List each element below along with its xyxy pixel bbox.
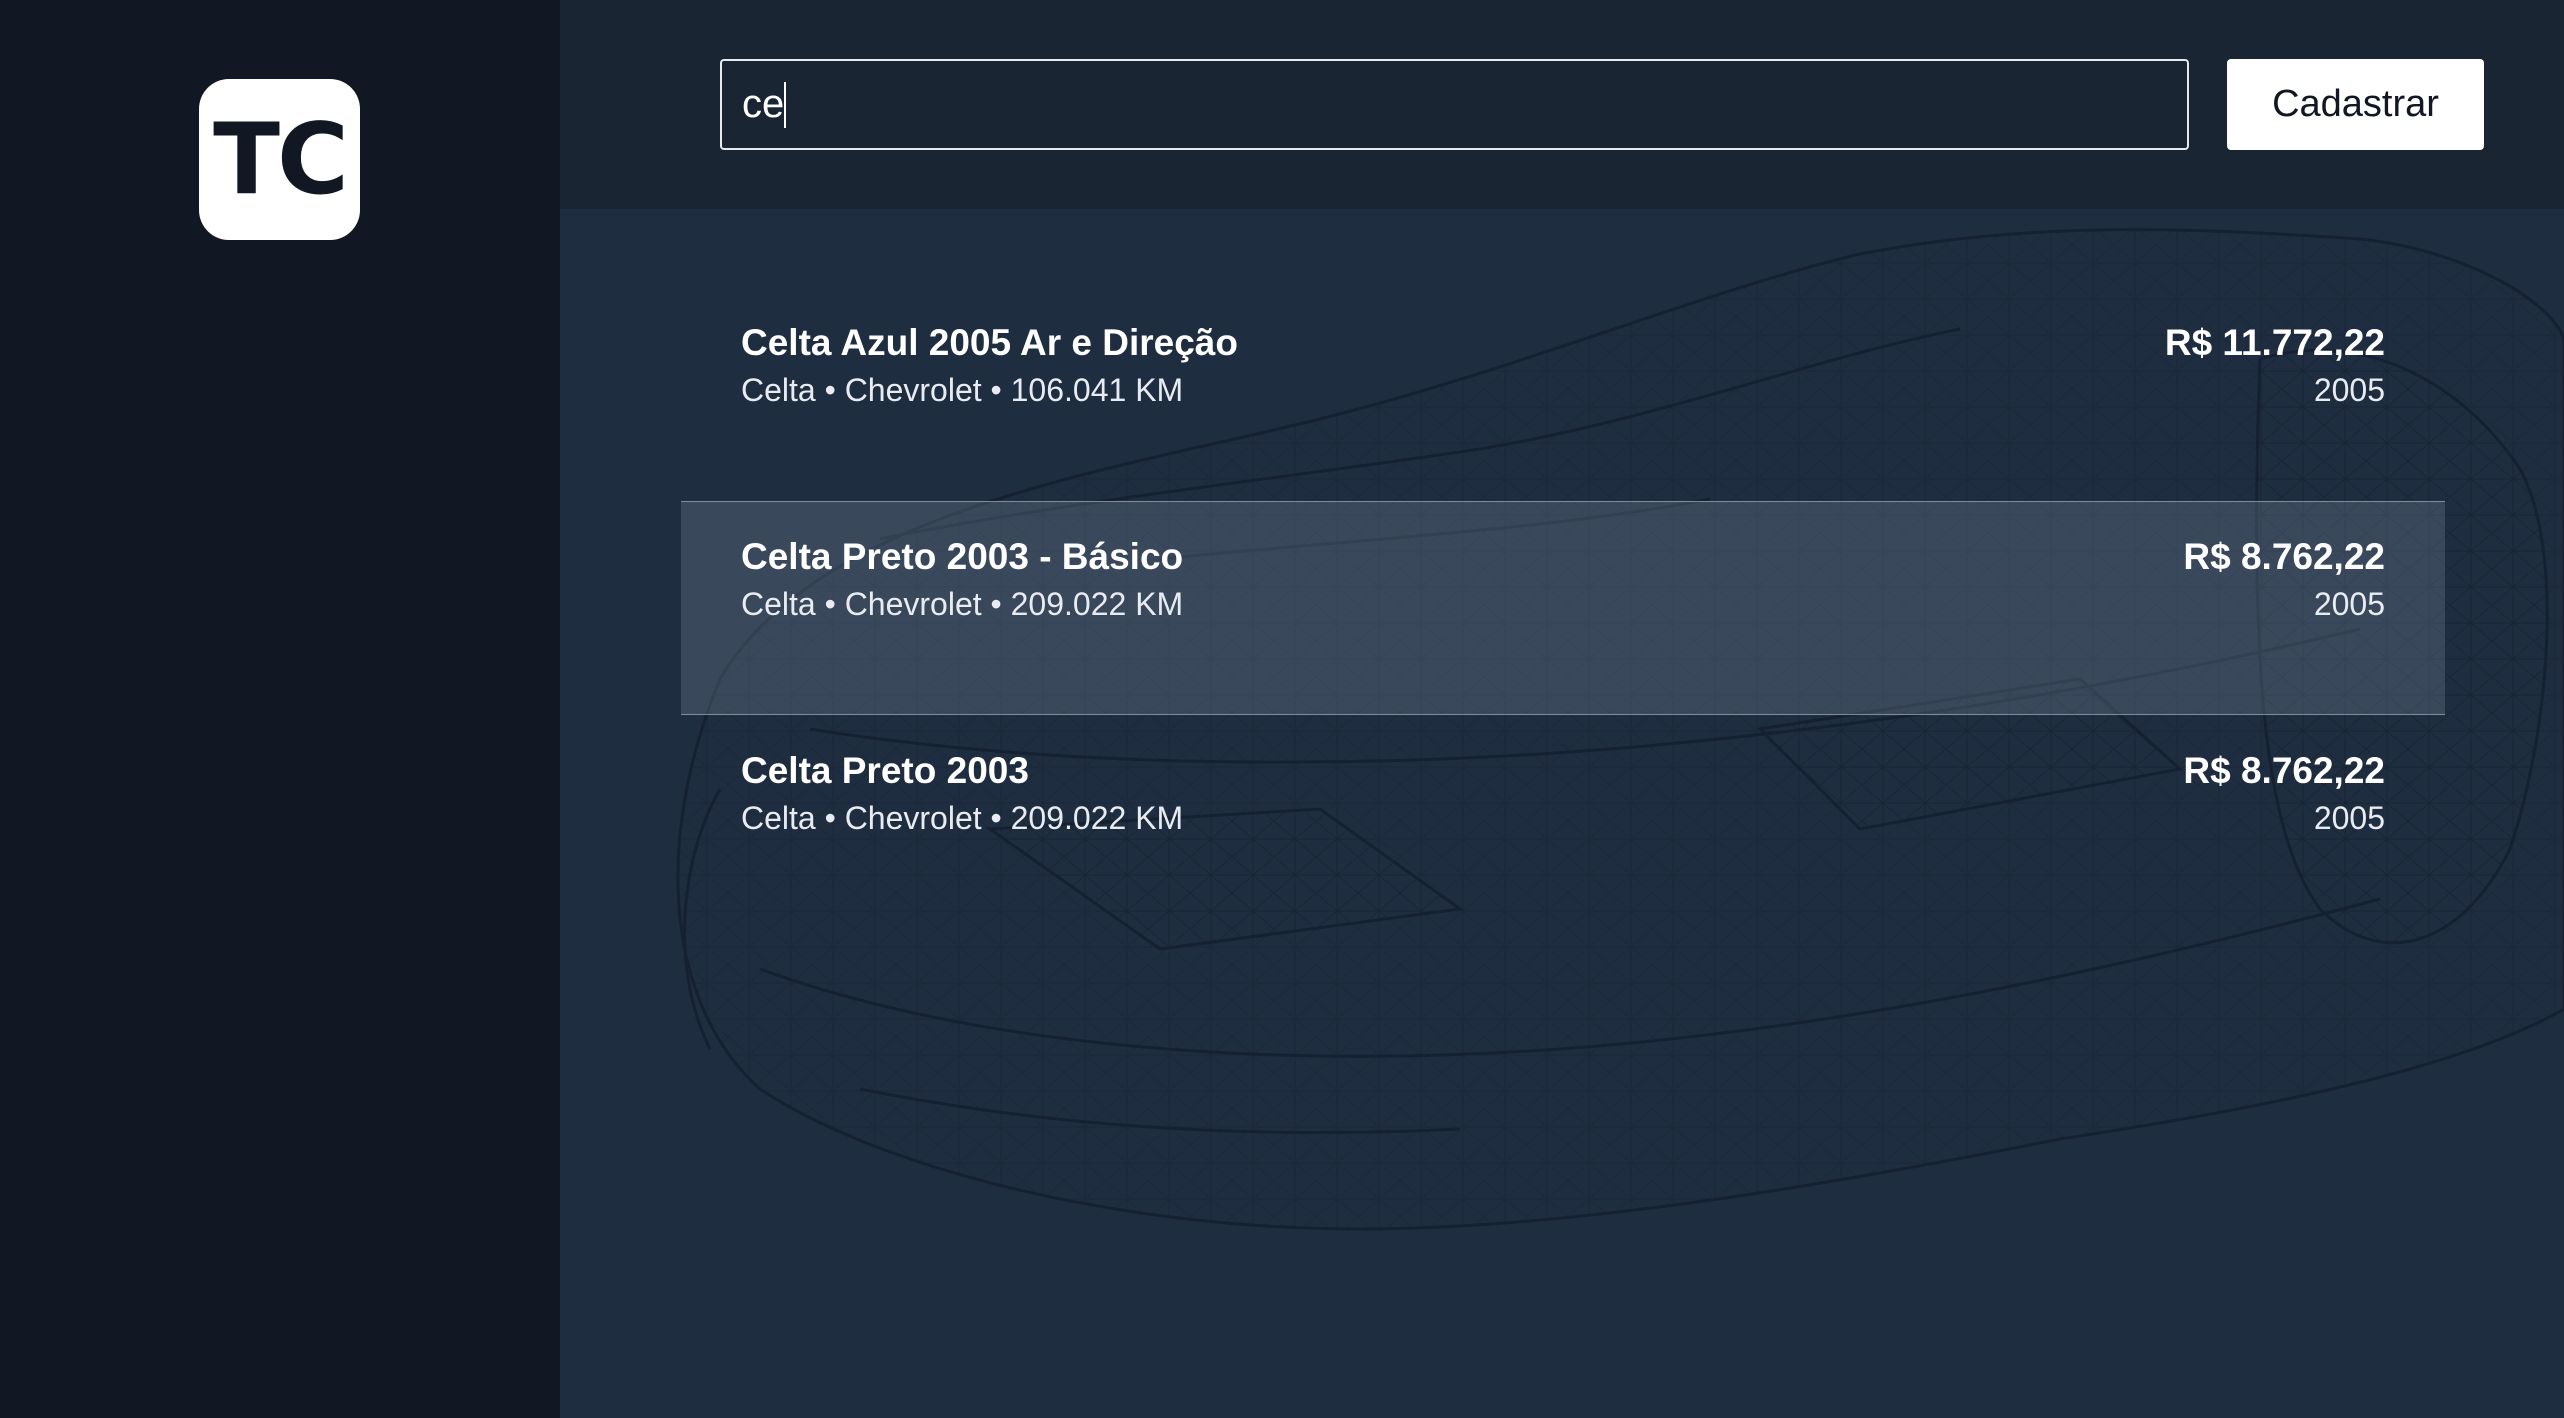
register-button[interactable]: Cadastrar	[2227, 59, 2484, 150]
vehicle-year: 2005	[2313, 800, 2385, 836]
vehicle-price: R$ 11.772,22	[2164, 322, 2385, 363]
vehicle-price: R$ 8.762,22	[2183, 536, 2385, 577]
vehicle-list-item[interactable]: Celta Azul 2005 Ar e Direção Celta • Che…	[681, 287, 2445, 501]
vehicle-list-item-highlighted[interactable]: Celta Preto 2003 - Básico Celta • Chevro…	[681, 501, 2445, 715]
vehicle-list-item[interactable]: Celta Preto 2003 Celta • Chevrolet • 209…	[681, 715, 2445, 929]
vehicle-year: 2005	[2313, 586, 2385, 622]
vehicle-title: Celta Azul 2005 Ar e Direção	[741, 322, 1238, 363]
vehicle-title: Celta Preto 2003	[741, 750, 1029, 791]
vehicle-list: Celta Azul 2005 Ar e Direção Celta • Che…	[681, 287, 2445, 929]
listing-area: Celta Azul 2005 Ar e Direção Celta • Che…	[560, 209, 2564, 1418]
vehicle-details: Celta • Chevrolet • 209.022 KM	[741, 586, 1184, 622]
vehicle-title: Celta Preto 2003 - Básico	[741, 536, 1184, 577]
app-logo[interactable]: TC	[199, 79, 360, 240]
top-bar: Cadastrar	[560, 0, 2564, 209]
app-window: TC Cadastrar	[0, 0, 2564, 1418]
vehicle-details: Celta • Chevrolet • 106.041 KM	[741, 372, 1184, 408]
vehicle-year: 2005	[2313, 372, 2385, 408]
text-cursor	[784, 82, 786, 128]
sidebar: TC	[0, 0, 560, 1418]
vehicle-price: R$ 8.762,22	[2183, 750, 2385, 791]
logo-text: TC	[213, 102, 349, 217]
search-input[interactable]	[720, 59, 2189, 150]
vehicle-details: Celta • Chevrolet • 209.022 KM	[741, 800, 1184, 836]
